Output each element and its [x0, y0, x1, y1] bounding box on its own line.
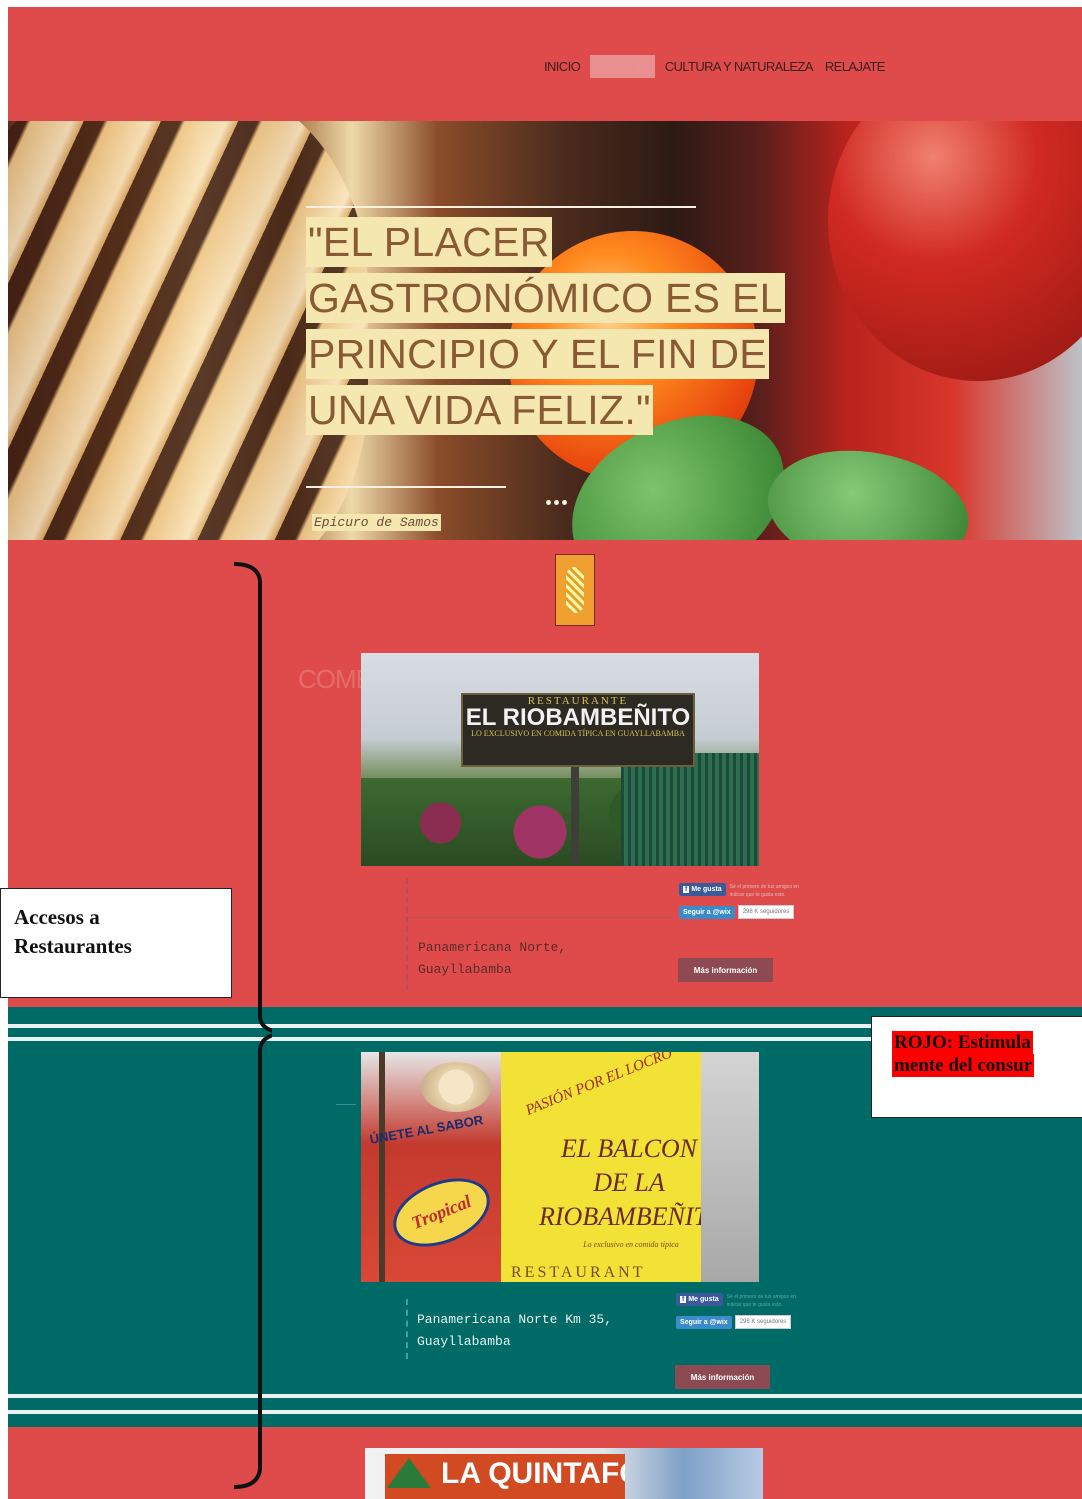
sign-small-text: Lo exclusivo en comida típica	[583, 1240, 679, 1249]
annotation-text: ROJO: Estimula mente del consur	[892, 1031, 1035, 1077]
social-widgets: f Me gusta Sé el primero de tus amigos en…	[679, 883, 829, 919]
sign-name-text: EL BALCON DE LA RIOBAMBEÑITA	[539, 1132, 722, 1234]
fence-image	[621, 753, 759, 866]
facebook-like-row: f Me gusta Sé el primero de tus amigos en…	[676, 1293, 826, 1309]
slider-dot[interactable]	[546, 500, 551, 505]
restaurant-section-3: LA QUINTAFORRA	[8, 1427, 1082, 1499]
twitter-follow-row: Seguir a @wix 298 K seguidores	[676, 1315, 826, 1329]
restaurant-address: Panamericana Norte Km 35, Guayllabamba	[417, 1309, 612, 1353]
annotation-text: Accesos a Restaurantes	[14, 903, 132, 961]
quote-line: PRINCIPIO Y EL FIN DE	[306, 329, 769, 379]
nav-item-come[interactable]: COME	[590, 54, 655, 78]
bracket-path	[233, 562, 272, 1489]
annotation-box-left: Accesos a Restaurantes	[0, 888, 232, 998]
pineapple-logo	[555, 554, 595, 626]
quote-line: "EL PLACER	[306, 217, 552, 267]
info-line	[408, 917, 673, 918]
quote-author: Epicuro de Samos	[312, 514, 441, 531]
pineapple-icon	[566, 567, 584, 613]
twitter-follow-button[interactable]: Seguir a @wix	[676, 1315, 732, 1329]
more-info-button[interactable]: Más información	[675, 1365, 770, 1389]
facebook-like-label: Me gusta	[691, 886, 722, 893]
quote-rule-bottom	[306, 486, 506, 488]
stripe-line	[8, 1410, 1082, 1414]
tomato-image	[828, 121, 1082, 381]
nav-item-cultura[interactable]: CULTURA Y NATURALEZA	[659, 55, 819, 78]
stripe-line	[8, 1394, 1082, 1398]
info-divider	[406, 878, 410, 990]
facebook-like-text: Sé el primero de tus amigos en indicar q…	[726, 1294, 796, 1308]
quote-line: UNA VIDA FELIZ."	[306, 385, 653, 435]
sign-pasion-text: PASIÓN POR EL LOCRO	[523, 1052, 675, 1119]
slider-dot[interactable]	[562, 500, 567, 505]
facebook-icon: f	[680, 1296, 687, 1303]
sign-name-line: RIOBAMBEÑITA	[539, 1202, 722, 1231]
pole-image	[379, 1052, 385, 1282]
header: INICIO COME CULTURA Y NATURALEZA RELAJAT…	[8, 7, 1082, 121]
quote-rule-top	[306, 206, 696, 208]
nav-item-relajate[interactable]: RELAJATE	[819, 55, 891, 78]
restaurant-address: Panamericana Norte, Guayllabamba	[418, 937, 566, 981]
bracket-annotation	[233, 562, 272, 1489]
facebook-like-button[interactable]: f Me gusta	[676, 1293, 723, 1306]
restaurant-photo-quintaforra[interactable]: LA QUINTAFORRA	[365, 1448, 763, 1499]
sky-image	[701, 1052, 759, 1282]
twitter-follower-count: 298 K seguidores	[734, 1315, 792, 1329]
nav-item-inicio[interactable]: INICIO	[538, 55, 586, 78]
locro-plate-image	[421, 1062, 491, 1112]
annotation-line: Restaurantes	[14, 934, 132, 958]
slider-dot[interactable]	[554, 500, 559, 505]
address-line: Guayllabamba	[417, 1334, 511, 1349]
sign-name-line: EL BALCON	[560, 1134, 698, 1163]
quote-line: GASTRONÓMICO ES EL	[306, 273, 785, 323]
basil-leaf-image	[754, 423, 982, 540]
annotation-line: Accesos a	[14, 905, 100, 929]
restaurant-sign: RESTAURANTE EL RIOBAMBEÑITO LO EXCLUSIVO…	[461, 693, 695, 767]
facebook-icon: f	[683, 886, 690, 893]
sign-name-line: DE LA	[593, 1168, 665, 1197]
facebook-like-label: Me gusta	[688, 1296, 719, 1303]
address-line: Guayllabamba	[418, 962, 512, 977]
twitter-follow-row: Seguir a @wix 298 K seguidores	[679, 905, 829, 919]
divider-dash	[336, 1104, 356, 1105]
facebook-like-row: f Me gusta Sé el primero de tus amigos en…	[679, 883, 829, 899]
twitter-follow-button[interactable]: Seguir a @wix	[679, 905, 735, 919]
main-nav: INICIO COME CULTURA Y NATURALEZA RELAJAT…	[538, 53, 891, 79]
annotation-box-right: ROJO: Estimula mente del consur	[871, 1016, 1082, 1118]
facebook-like-text: Sé el primero de tus amigos en indicar q…	[729, 884, 799, 898]
annotation-line: mente del consur	[892, 1054, 1035, 1077]
sign-restaurant-text: RESTAURANT	[511, 1264, 646, 1281]
annotation-line: ROJO: Estimula	[892, 1031, 1033, 1054]
sign-post	[571, 763, 579, 863]
social-widgets: f Me gusta Sé el primero de tus amigos en…	[676, 1293, 826, 1329]
sign-name-text: EL RIOBAMBEÑITO	[465, 704, 691, 731]
slider-dots	[546, 500, 567, 505]
arrow-icon	[387, 1458, 431, 1488]
sign-sub-text: LO EXCLUSIVO EN COMIDA TÍPICA EN GUAYLLA…	[471, 729, 685, 738]
more-info-button[interactable]: Más información	[678, 958, 773, 982]
restaurant-photo-riobambenito[interactable]: RESTAURANTE EL RIOBAMBEÑITO LO EXCLUSIVO…	[361, 653, 759, 866]
web-page: INICIO COME CULTURA Y NATURALEZA RELAJAT…	[8, 7, 1082, 1499]
address-line: Panamericana Norte,	[418, 940, 567, 955]
restaurant-photo-balcon[interactable]: ÚNETE AL SABOR Tropical PASIÓN POR EL LO…	[361, 1052, 759, 1282]
facebook-like-button[interactable]: f Me gusta	[679, 883, 726, 896]
hero-quote: "EL PLACER GASTRONÓMICO ES EL PRINCIPIO …	[306, 217, 785, 441]
twitter-follower-count: 298 K seguidores	[737, 905, 795, 919]
info-divider	[406, 1299, 410, 1359]
address-line: Panamericana Norte Km 35,	[417, 1312, 613, 1327]
hero-banner: "EL PLACER GASTRONÓMICO ES EL PRINCIPIO …	[8, 121, 1082, 540]
